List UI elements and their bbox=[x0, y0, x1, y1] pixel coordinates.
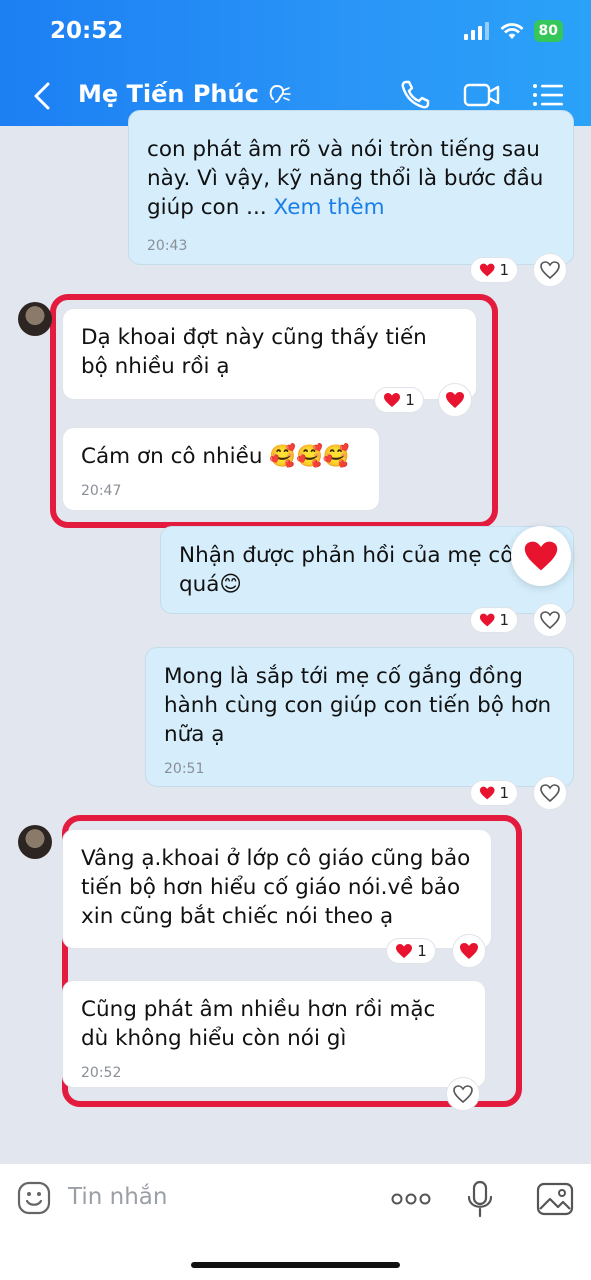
reaction-count: 1 bbox=[499, 784, 509, 802]
heart-filled-icon bbox=[446, 392, 464, 408]
react-heart-button[interactable] bbox=[446, 1077, 480, 1111]
message-time: 20:52 bbox=[81, 1065, 122, 1081]
message-text: Dạ khoai đợt này cũng thấy tiến bộ nhiều… bbox=[81, 325, 427, 379]
reaction-count-pill[interactable]: 1 bbox=[470, 780, 518, 806]
see-more-link[interactable]: Xem thêm bbox=[274, 195, 385, 220]
message-bubble-outgoing[interactable]: con phát âm rõ và nói tròn tiếng sau này… bbox=[128, 110, 574, 265]
reaction-count: 1 bbox=[499, 611, 509, 629]
heart-outline-icon bbox=[540, 784, 560, 803]
heart-icon bbox=[396, 944, 413, 958]
message-text: Nhận được phản hồi của mẹ cô quá😊 bbox=[179, 543, 514, 597]
message-bubble-incoming[interactable]: Cám ơn cô nhiều 🥰🥰🥰 20:47 bbox=[62, 427, 380, 511]
message-bubble-outgoing[interactable]: Nhận được phản hồi của mẹ cô quá😊 bbox=[160, 526, 574, 614]
microphone-icon bbox=[467, 1180, 493, 1218]
message-bubble-outgoing[interactable]: Mong là sắp tới mẹ cố gắng đồng hành cùn… bbox=[145, 647, 574, 787]
wifi-icon bbox=[500, 22, 524, 40]
battery-indicator: 80 bbox=[533, 20, 563, 42]
chat-header: 20:52 80 Mẹ Tiến Phúc bbox=[0, 0, 591, 126]
voice-record-button[interactable] bbox=[466, 1180, 494, 1218]
reaction-count: 1 bbox=[417, 942, 427, 960]
heart-outline-icon bbox=[540, 261, 560, 280]
react-heart-button[interactable] bbox=[438, 383, 472, 417]
react-heart-button[interactable] bbox=[533, 253, 567, 287]
react-heart-button[interactable] bbox=[452, 934, 486, 968]
reaction-count: 1 bbox=[499, 261, 509, 279]
heart-filled-icon bbox=[460, 943, 478, 959]
sticker-emoji-button[interactable] bbox=[16, 1180, 52, 1216]
react-heart-button[interactable] bbox=[533, 776, 567, 810]
message-text: Cũng phát âm nhiều hơn rồi mặc dù không … bbox=[81, 997, 436, 1051]
message-bubble-incoming[interactable]: Vâng ạ.khoai ở lớp cô giáo cũng bảo tiến… bbox=[62, 829, 492, 949]
message-bubble-incoming[interactable]: Cũng phát âm nhiều hơn rồi mặc dù không … bbox=[62, 980, 486, 1088]
home-indicator bbox=[191, 1262, 400, 1268]
menu-list-button[interactable] bbox=[530, 78, 566, 112]
message-text: Mong là sắp tới mẹ cố gắng đồng hành cùn… bbox=[164, 664, 552, 747]
heart-icon bbox=[384, 393, 401, 407]
video-call-button[interactable] bbox=[462, 78, 500, 112]
reaction-heart-popup[interactable] bbox=[511, 526, 571, 586]
contact-avatar[interactable] bbox=[18, 825, 52, 859]
image-icon bbox=[536, 1182, 574, 1216]
reaction-count-pill[interactable]: 1 bbox=[374, 387, 424, 413]
contact-avatar[interactable] bbox=[18, 302, 52, 336]
ear-icon bbox=[265, 81, 291, 107]
react-heart-button[interactable] bbox=[533, 603, 567, 637]
heart-icon bbox=[524, 541, 558, 571]
more-options-button[interactable] bbox=[390, 1192, 432, 1206]
signal-icon bbox=[463, 22, 490, 40]
message-input[interactable]: Tin nhắn bbox=[68, 1184, 167, 1210]
contact-title[interactable]: Mẹ Tiến Phúc bbox=[78, 80, 291, 108]
reaction-count-pill[interactable]: 1 bbox=[470, 257, 518, 283]
heart-icon bbox=[479, 263, 495, 277]
message-time: 20:47 bbox=[81, 483, 122, 499]
message-bubble-incoming[interactable]: Dạ khoai đợt này cũng thấy tiến bộ nhiều… bbox=[62, 308, 477, 400]
back-button[interactable] bbox=[28, 78, 56, 114]
image-picker-button[interactable] bbox=[536, 1181, 574, 1217]
heart-icon bbox=[479, 786, 495, 800]
heart-icon bbox=[479, 613, 495, 627]
emoji-icon bbox=[17, 1181, 51, 1215]
message-text: Vâng ạ.khoai ở lớp cô giáo cũng bảo tiến… bbox=[81, 846, 471, 929]
phone-call-button[interactable] bbox=[398, 78, 434, 112]
more-dots-icon bbox=[391, 1193, 431, 1205]
heart-outline-icon bbox=[540, 611, 560, 630]
status-icons: 80 bbox=[463, 20, 563, 42]
heart-outline-icon bbox=[453, 1085, 473, 1104]
message-text: con phát âm rõ và nói tròn tiếng sau này… bbox=[147, 137, 544, 220]
message-text: Cám ơn cô nhiều 🥰🥰🥰 bbox=[81, 444, 350, 469]
status-time: 20:52 bbox=[50, 18, 124, 44]
contact-name: Mẹ Tiến Phúc bbox=[78, 80, 259, 108]
reaction-count: 1 bbox=[405, 391, 415, 409]
reaction-count-pill[interactable]: 1 bbox=[386, 938, 436, 964]
reaction-count-pill[interactable]: 1 bbox=[470, 607, 518, 633]
